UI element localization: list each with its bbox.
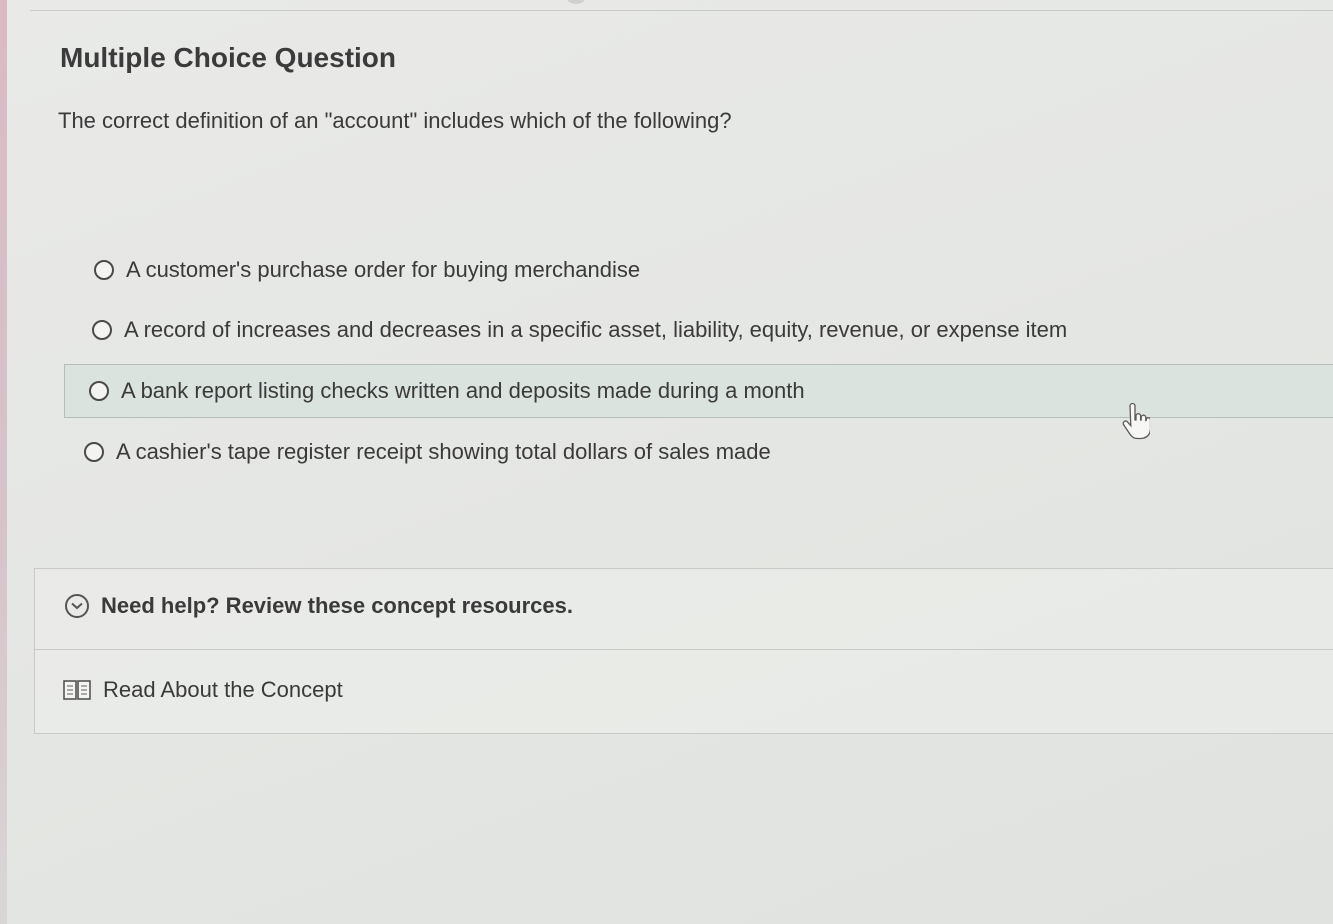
answer-option-b-label: A record of increases and decreases in a… — [124, 317, 1068, 342]
answer-option-a[interactable]: A customer's purchase order for buying m… — [94, 246, 794, 294]
radio-button-a[interactable] — [94, 260, 114, 280]
hand-pointer-icon — [1122, 402, 1150, 440]
help-toggle-label: Need help? Review these concept resource… — [101, 593, 573, 618]
answer-options: A customer's purchase order for buying m… — [0, 0, 1333, 924]
help-toggle[interactable]: Need help? Review these concept resource… — [65, 593, 573, 619]
concept-resources-panel: Need help? Review these concept resource… — [34, 568, 1333, 734]
read-about-concept-link[interactable]: Read About the Concept — [63, 677, 343, 703]
radio-button-d[interactable] — [84, 442, 104, 462]
chevron-down-circle-icon[interactable] — [65, 594, 89, 618]
help-panel-divider — [35, 649, 1333, 650]
radio-button-c[interactable] — [89, 381, 109, 401]
book-icon — [63, 680, 91, 700]
answer-option-c-label: A bank report listing checks written and… — [121, 378, 805, 403]
chevron-down-icon — [71, 602, 83, 610]
answer-option-b[interactable]: A record of increases and decreases in a… — [92, 306, 1192, 354]
answer-option-a-label: A customer's purchase order for buying m… — [126, 257, 641, 282]
answer-option-d[interactable]: A cashier's tape register receipt showin… — [84, 428, 984, 476]
read-about-concept-label: Read About the Concept — [103, 677, 343, 702]
radio-button-b[interactable] — [92, 320, 112, 340]
answer-option-d-label: A cashier's tape register receipt showin… — [116, 439, 771, 464]
